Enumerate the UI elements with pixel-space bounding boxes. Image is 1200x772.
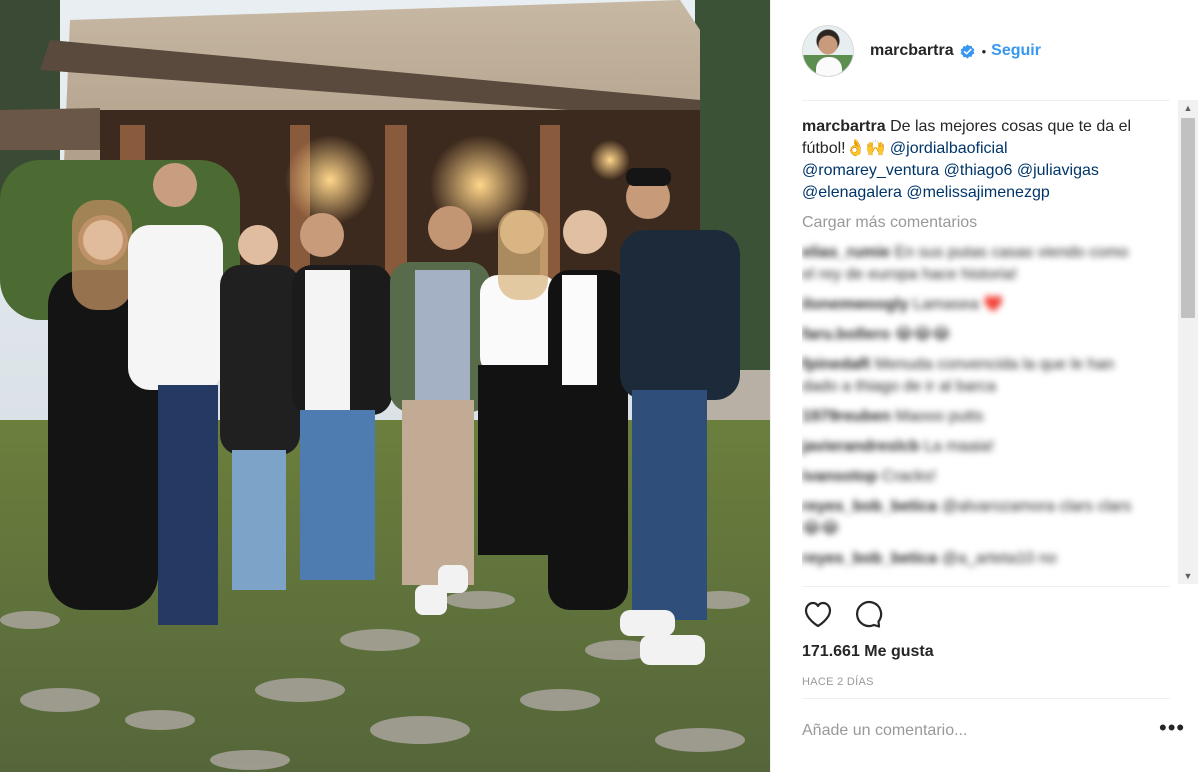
comment-item: ivansotop Cracks! xyxy=(802,466,1142,488)
load-more-comments-button[interactable]: Cargar más comentarios xyxy=(802,212,1142,234)
scrollbar-thumb[interactable] xyxy=(1181,118,1195,318)
caption-mention[interactable]: @romarey_ventura xyxy=(802,162,939,179)
comment-text: La maaia! xyxy=(923,438,995,455)
comment-text: @a_arteta10 no xyxy=(941,550,1057,567)
comment-text: Cracks! xyxy=(882,468,937,485)
more-options-icon[interactable]: ••• xyxy=(1159,717,1185,739)
caption-mention[interactable]: @thiago6 xyxy=(944,162,1013,179)
comment-text: Lamasea ❤️ xyxy=(913,296,1004,313)
comment-username[interactable]: javierandreslcb xyxy=(802,438,919,455)
caption-mention[interactable]: @jordialbaoficial xyxy=(890,140,1008,157)
caption-emoji: 👌🙌 xyxy=(845,140,886,157)
post-side-panel: marcbartra • Seguir marcbartra De las me… xyxy=(770,0,1200,772)
comment-item: 1979reuben Maooo putts xyxy=(802,406,1142,428)
comment-item: reyes_bob_betica @alvarozamora clars cla… xyxy=(802,496,1142,540)
comment-text: Maooo putts xyxy=(895,408,984,425)
header-divider xyxy=(802,100,1170,101)
comment-username[interactable]: elias_rumie xyxy=(802,244,890,261)
comments-divider xyxy=(802,586,1170,587)
comment-username[interactable]: reyes_bob_betica xyxy=(802,498,937,515)
comment-bubble-icon[interactable] xyxy=(852,598,884,630)
caption-mention[interactable]: @melissajimenezgp xyxy=(906,184,1049,201)
comment-username[interactable]: reyes_bob_betica xyxy=(802,550,937,567)
comment-item: javierandreslcb La maaia! xyxy=(802,436,1142,458)
comment-username[interactable]: faru.bollero xyxy=(802,326,890,343)
comments-scrollbar[interactable]: ▲ ▼ xyxy=(1178,100,1198,584)
group-photo-image xyxy=(0,0,770,772)
post-username[interactable]: marcbartra xyxy=(870,42,954,60)
caption-username[interactable]: marcbartra xyxy=(802,118,886,135)
comment-item: fpinedaR Menuda convencida la que le han… xyxy=(802,354,1142,398)
post-header: marcbartra • Seguir xyxy=(802,24,1172,78)
comment-username[interactable]: ilonemwoogly xyxy=(802,296,909,313)
post-actions xyxy=(802,598,884,630)
likes-count[interactable]: 171.661 Me gusta xyxy=(802,643,934,661)
comments-list[interactable]: marcbartra De las mejores cosas que te d… xyxy=(802,116,1142,586)
footer-divider xyxy=(802,698,1170,699)
comment-item: faru.bollero 😂😂😂 xyxy=(802,324,1142,346)
caption-mention[interactable]: @juliavigas xyxy=(1017,162,1099,179)
avatar[interactable] xyxy=(802,25,854,77)
caption-mention[interactable]: @elenagalera xyxy=(802,184,902,201)
heart-icon[interactable] xyxy=(802,598,834,630)
scroll-down-arrow-icon[interactable]: ▼ xyxy=(1178,568,1198,584)
scroll-up-arrow-icon[interactable]: ▲ xyxy=(1178,100,1198,116)
comment-username[interactable]: 1979reuben xyxy=(802,408,891,425)
comment-item: elias_rumie En sus putas casas viendo co… xyxy=(802,242,1142,286)
comment-text: 😂😂😂 xyxy=(894,326,951,343)
post-caption: marcbartra De las mejores cosas que te d… xyxy=(802,116,1142,204)
add-comment-input[interactable] xyxy=(802,722,1102,740)
follow-button[interactable]: Seguir xyxy=(991,42,1041,60)
comment-item: ilonemwoogly Lamasea ❤️ xyxy=(802,294,1142,316)
post-photo[interactable] xyxy=(0,0,770,772)
verified-badge-icon xyxy=(960,43,976,59)
post-timestamp: HACE 2 DÍAS xyxy=(802,676,874,688)
comment-username[interactable]: fpinedaR xyxy=(802,356,870,373)
comment-item: reyes_bob_betica @a_arteta10 no xyxy=(802,548,1142,570)
separator-dot: • xyxy=(981,43,987,59)
comment-username[interactable]: ivansotop xyxy=(802,468,878,485)
